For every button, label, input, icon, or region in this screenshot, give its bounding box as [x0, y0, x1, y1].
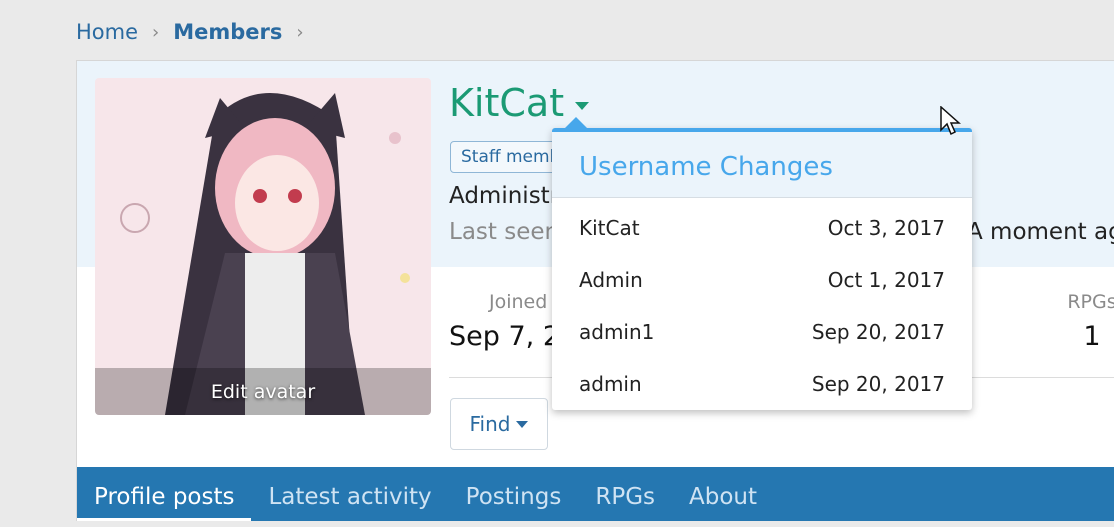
breadcrumb-home[interactable]: Home: [76, 20, 138, 44]
caret-down-icon[interactable]: [575, 102, 590, 110]
profile-tabs: Profile posts Latest activity Postings R…: [77, 467, 1114, 521]
tab-latest-activity[interactable]: Latest activity: [251, 467, 448, 521]
tab-about[interactable]: About: [672, 467, 774, 521]
username-change-name: Admin: [579, 268, 643, 292]
find-button-label: Find: [469, 412, 511, 436]
username-changes-title: Username Changes: [552, 132, 972, 198]
username-change-date: Oct 1, 2017: [827, 268, 945, 292]
caret-down-icon: [516, 420, 529, 428]
tab-rpgs[interactable]: RPGs: [578, 467, 672, 521]
breadcrumb-members[interactable]: Members: [173, 20, 282, 44]
last-seen-value: A moment ago: [967, 219, 1114, 245]
chevron-right-icon: ›: [296, 21, 304, 43]
username-change-date: Oct 3, 2017: [827, 216, 945, 240]
tab-profile-posts[interactable]: Profile posts: [77, 467, 252, 521]
stat-rpgs-value[interactable]: 1: [1057, 321, 1114, 352]
list-item: admin Sep 20, 2017: [579, 372, 945, 396]
avatar[interactable]: Edit avatar: [95, 78, 431, 415]
tab-postings[interactable]: Postings: [449, 467, 579, 521]
list-item: Admin Oct 1, 2017: [579, 268, 945, 292]
cursor-icon: [940, 106, 961, 136]
breadcrumb: Home › Members ›: [76, 20, 318, 44]
username-change-date: Sep 20, 2017: [811, 372, 945, 396]
username-change-date: Sep 20, 2017: [811, 320, 945, 344]
chevron-right-icon: ›: [152, 21, 160, 43]
find-button[interactable]: Find: [450, 398, 548, 450]
username-change-name: KitCat: [579, 216, 640, 240]
list-item: KitCat Oct 3, 2017: [579, 216, 945, 240]
last-seen-label: Last seen: [449, 219, 560, 245]
stat-rpgs[interactable]: RPGs 1: [1057, 291, 1114, 352]
username-text[interactable]: KitCat: [449, 81, 564, 125]
username-changes-menu: Username Changes KitCat Oct 3, 2017 Admi…: [552, 117, 972, 410]
list-item: admin1 Sep 20, 2017: [579, 320, 945, 344]
stat-rpgs-label: RPGs: [1067, 291, 1114, 313]
username-change-name: admin1: [579, 320, 655, 344]
edit-avatar-label[interactable]: Edit avatar: [95, 381, 431, 403]
avatar-image: [95, 78, 431, 415]
username-change-name: admin: [579, 372, 642, 396]
